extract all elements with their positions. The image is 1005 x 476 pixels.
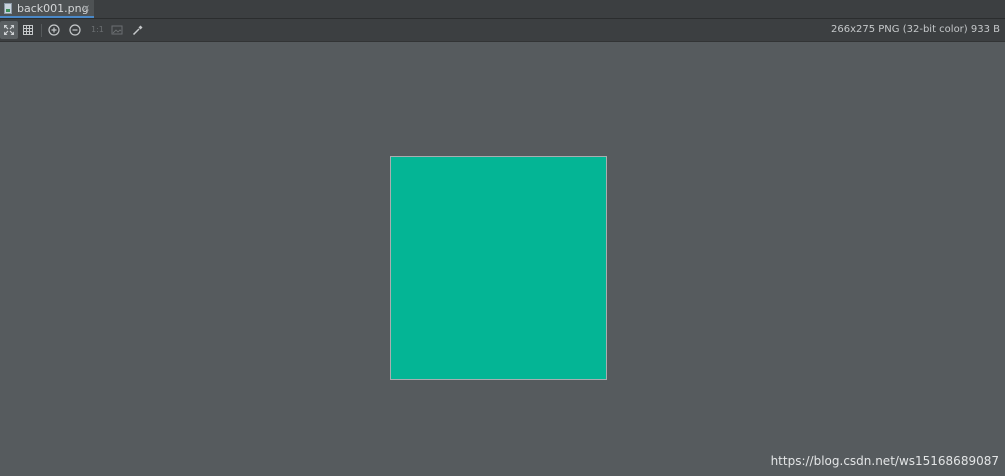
background-button[interactable] [108,21,126,39]
image-content [391,157,606,379]
watermark: https://blog.csdn.net/ws15168689087 [770,454,999,468]
fit-to-window-icon [4,25,14,35]
actual-size-button[interactable]: 1:1 [91,22,104,38]
image-file-icon [4,3,12,14]
image-toolbar: 1:1 266x275 PNG (32-bit color) 933 B [0,19,1005,42]
close-icon[interactable]: × [82,2,90,15]
zoom-in-icon [48,24,60,36]
image-canvas[interactable]: https://blog.csdn.net/ws15168689087 [0,42,1005,476]
zoom-out-button[interactable] [66,21,84,39]
grid-button[interactable] [19,21,37,39]
fit-to-window-button[interactable] [0,21,18,39]
background-icon [111,25,123,35]
tab-bar: back001.png × [0,0,1005,19]
eyedropper-icon [132,25,143,36]
toolbar-separator [41,24,42,37]
grid-icon [23,25,33,35]
zoom-out-icon [69,24,81,36]
zoom-in-button[interactable] [45,21,63,39]
tab-label: back001.png [17,2,89,15]
image-preview [390,156,607,380]
color-picker-button[interactable] [129,21,147,39]
tab-back001[interactable]: back001.png × [0,0,94,18]
image-info: 266x275 PNG (32-bit color) 933 B [831,24,1000,35]
image-viewer: back001.png × 1:1 266x275 PNG (32-bit co… [0,0,1005,476]
